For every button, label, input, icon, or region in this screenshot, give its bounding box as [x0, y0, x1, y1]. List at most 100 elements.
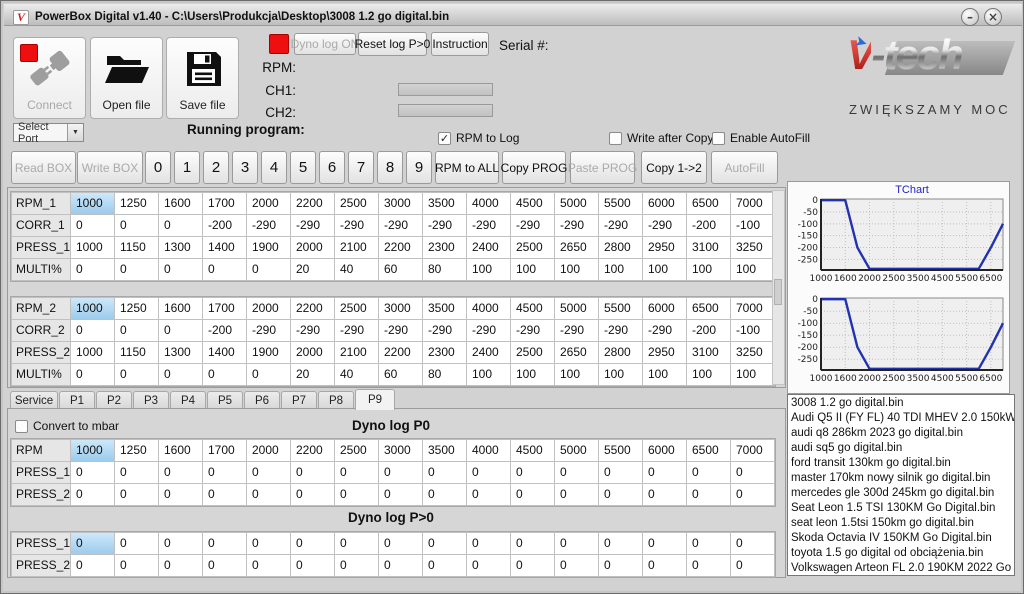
table-cell[interactable]: 2500: [511, 237, 554, 258]
table-cell[interactable]: 0: [159, 533, 202, 554]
table-cell[interactable]: 2400: [467, 342, 510, 363]
reset-log-button[interactable]: Reset log P>0: [358, 32, 427, 56]
digit-button-2[interactable]: 2: [203, 151, 229, 184]
table-cell[interactable]: 0: [247, 259, 290, 280]
file-item[interactable]: Volkswagen Arteon FL 2.0 190KM 2022 Go D…: [788, 561, 1014, 576]
select-port-dropdown[interactable]: Select Port ▼: [13, 123, 84, 142]
table-cell[interactable]: 0: [247, 462, 290, 483]
file-item[interactable]: toyota 1.5 go digital od obciążenia.bin: [788, 546, 1014, 561]
table-cell[interactable]: 0: [467, 462, 510, 483]
table-cell[interactable]: 0: [291, 462, 334, 483]
table-cell[interactable]: 3250: [731, 342, 774, 363]
table-cell[interactable]: 0: [159, 555, 202, 576]
digit-button-3[interactable]: 3: [232, 151, 258, 184]
table-cell[interactable]: -290: [247, 320, 290, 341]
table-cell[interactable]: 2500: [335, 193, 378, 214]
table-cell[interactable]: 0: [687, 462, 730, 483]
table-cell[interactable]: 1250: [115, 440, 158, 461]
table-cell[interactable]: 4500: [511, 440, 554, 461]
file-item[interactable]: Seat Leon 1.5 TSI 130KM Go Digital.bin: [788, 501, 1014, 516]
table-cell[interactable]: 2650: [555, 237, 598, 258]
table-cell[interactable]: -290: [555, 215, 598, 236]
digit-button-6[interactable]: 6: [319, 151, 345, 184]
table-cell[interactable]: 5500: [599, 440, 642, 461]
table-cell[interactable]: -290: [511, 320, 554, 341]
digit-button-1[interactable]: 1: [174, 151, 200, 184]
table-cell[interactable]: -290: [423, 320, 466, 341]
table-cell[interactable]: 0: [115, 484, 158, 505]
close-button[interactable]: ×: [984, 8, 1002, 26]
table-cell[interactable]: 7000: [731, 440, 774, 461]
table-cell[interactable]: 0: [731, 533, 774, 554]
table-cell[interactable]: 0: [423, 462, 466, 483]
table-cell[interactable]: 3100: [687, 237, 730, 258]
table-cell[interactable]: 2100: [335, 237, 378, 258]
table-cell[interactable]: 2000: [247, 193, 290, 214]
table-cell[interactable]: 100: [511, 364, 554, 385]
table-cell[interactable]: 0: [203, 364, 246, 385]
table-cell[interactable]: -200: [203, 215, 246, 236]
table-cell[interactable]: 0: [555, 462, 598, 483]
table-cell[interactable]: -200: [687, 320, 730, 341]
digit-button-5[interactable]: 5: [290, 151, 316, 184]
table-cell[interactable]: 1700: [203, 193, 246, 214]
table-cell[interactable]: -290: [423, 215, 466, 236]
tables-scrollbar[interactable]: [772, 190, 785, 385]
table-cell[interactable]: 100: [555, 259, 598, 280]
table-cell[interactable]: 100: [599, 364, 642, 385]
table-cell[interactable]: 0: [291, 533, 334, 554]
table-cell[interactable]: 0: [71, 462, 114, 483]
table-cell[interactable]: 0: [423, 484, 466, 505]
table-cell[interactable]: 0: [71, 533, 114, 554]
table-cell[interactable]: 4500: [511, 298, 554, 319]
table-cell[interactable]: 0: [247, 484, 290, 505]
table-cell[interactable]: 1900: [247, 237, 290, 258]
table-cell[interactable]: 4500: [511, 193, 554, 214]
copy-prog-button[interactable]: Copy PROG: [502, 151, 566, 184]
table-cell[interactable]: -200: [203, 320, 246, 341]
table-cell[interactable]: 0: [423, 533, 466, 554]
table-cell[interactable]: 1250: [115, 298, 158, 319]
digit-button-8[interactable]: 8: [377, 151, 403, 184]
table-cell[interactable]: 2000: [291, 237, 334, 258]
table-cell[interactable]: 6500: [687, 193, 730, 214]
table-cell[interactable]: 40: [335, 259, 378, 280]
table-cell[interactable]: 0: [159, 364, 202, 385]
table-cell[interactable]: 0: [291, 484, 334, 505]
table-cell[interactable]: -290: [335, 215, 378, 236]
table-cell[interactable]: 3100: [687, 342, 730, 363]
table-cell[interactable]: 0: [159, 484, 202, 505]
table-cell[interactable]: 100: [467, 259, 510, 280]
table-cell[interactable]: 2800: [599, 342, 642, 363]
table-cell[interactable]: 6000: [643, 440, 686, 461]
digit-button-4[interactable]: 4: [261, 151, 287, 184]
read-box-button[interactable]: Read BOX: [11, 151, 76, 184]
table-cell[interactable]: 3250: [731, 237, 774, 258]
check-icon[interactable]: ✓: [438, 132, 451, 145]
table-cell[interactable]: 0: [115, 533, 158, 554]
table-cell[interactable]: 1250: [115, 193, 158, 214]
chevron-down-icon[interactable]: ▼: [67, 124, 83, 141]
table-cell[interactable]: 100: [643, 259, 686, 280]
copy-1-to-2-button[interactable]: Copy 1->2: [641, 151, 707, 184]
digit-button-7[interactable]: 7: [348, 151, 374, 184]
table-cell[interactable]: 0: [203, 462, 246, 483]
table-cell[interactable]: 100: [687, 364, 730, 385]
table-cell[interactable]: 1150: [115, 342, 158, 363]
table-cell[interactable]: 0: [511, 533, 554, 554]
table-cell[interactable]: 80: [423, 364, 466, 385]
table-cell[interactable]: 1700: [203, 440, 246, 461]
table-cell[interactable]: 100: [467, 364, 510, 385]
table-cell[interactable]: 0: [247, 555, 290, 576]
table-cell[interactable]: 0: [511, 555, 554, 576]
table-cell[interactable]: 6500: [687, 298, 730, 319]
table-cell[interactable]: 2200: [291, 440, 334, 461]
enable-autofill-checkbox[interactable]: Enable AutoFill: [712, 131, 810, 145]
table-cell[interactable]: 0: [379, 533, 422, 554]
table-cell[interactable]: 2000: [247, 298, 290, 319]
write-box-button[interactable]: Write BOX: [77, 151, 143, 184]
table-cell[interactable]: 0: [599, 533, 642, 554]
table-cell[interactable]: -290: [599, 320, 642, 341]
table-cell[interactable]: 0: [159, 462, 202, 483]
scrollbar-thumb[interactable]: [774, 279, 782, 305]
